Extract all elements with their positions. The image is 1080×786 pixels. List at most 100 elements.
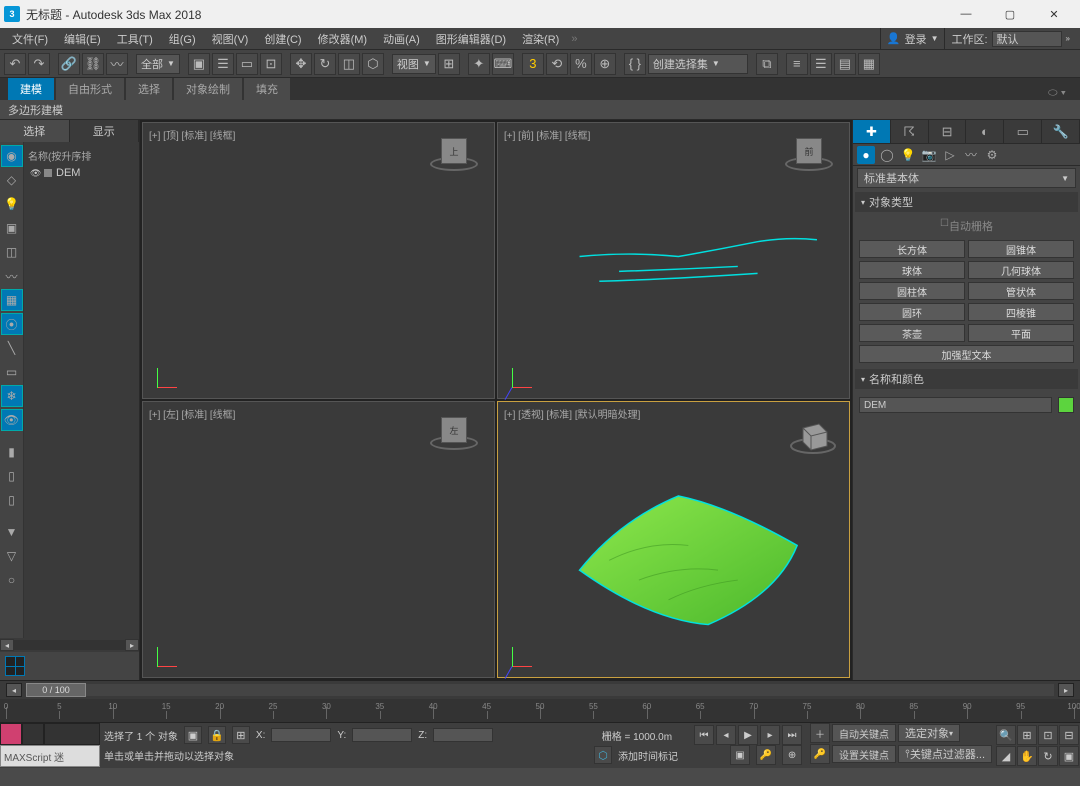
cameras-icon[interactable]: 📷: [920, 146, 938, 164]
workarea-input[interactable]: [992, 31, 1062, 47]
orbit-icon[interactable]: ↻: [1038, 746, 1058, 766]
primitive-长方体[interactable]: 长方体: [859, 240, 965, 258]
menu-item-6[interactable]: 修改器(M): [310, 29, 376, 49]
snap-toggle[interactable]: 3: [522, 53, 544, 75]
tool-c-icon[interactable]: ▯: [1, 489, 23, 511]
abs-rel-icon[interactable]: ⊞: [232, 726, 250, 744]
rollout-object-type[interactable]: ▾对象类型: [855, 192, 1078, 212]
auto-grid-checkbox[interactable]: ☐ 自动栅格: [859, 216, 1074, 240]
timeline-next[interactable]: ▸: [1058, 683, 1074, 697]
zoom-all-icon[interactable]: ⊞: [1017, 725, 1037, 745]
primitive-管状体[interactable]: 管状体: [968, 282, 1074, 300]
systems-icon[interactable]: ⚙: [983, 146, 1001, 164]
primitive-茶壶[interactable]: 茶壶: [859, 324, 965, 342]
scrollbar-track[interactable]: [14, 640, 125, 650]
time-ruler[interactable]: 0510152025303540455055606570758085909510…: [6, 701, 1074, 719]
scene-explorer-icon[interactable]: ◉: [1, 145, 23, 167]
color-swatch-dark[interactable]: [22, 723, 44, 745]
window-close[interactable]: ✕: [1032, 0, 1076, 28]
filter-b-icon[interactable]: ▽: [1, 545, 23, 567]
ribbon-tab-fill[interactable]: 填充: [244, 78, 290, 100]
zoom-icon[interactable]: 🔍: [996, 725, 1016, 745]
light-icon[interactable]: 💡: [1, 193, 23, 215]
freeze-icon[interactable]: ❄: [1, 385, 23, 407]
viewport-layout-icon[interactable]: [5, 656, 25, 676]
window-maximize[interactable]: ▢: [988, 0, 1032, 28]
spacewarps-icon[interactable]: 〰: [962, 146, 980, 164]
layer-icon[interactable]: ◇: [1, 169, 23, 191]
percent-snap[interactable]: %: [570, 53, 592, 75]
goto-end[interactable]: ⏭: [782, 725, 802, 745]
color-swatch-row[interactable]: [44, 723, 100, 745]
color-swatch-pink[interactable]: [0, 723, 22, 745]
y-field[interactable]: [352, 728, 412, 742]
display-tab[interactable]: ▭: [1004, 120, 1042, 143]
group-icon[interactable]: ▦: [1, 289, 23, 311]
time-config[interactable]: ⊕: [782, 745, 802, 765]
key-set[interactable]: 🔑: [810, 744, 830, 764]
select-object[interactable]: ▣: [188, 53, 210, 75]
menu-item-8[interactable]: 图形编辑器(D): [428, 29, 514, 49]
workarea-selector[interactable]: 工作区: »: [944, 28, 1076, 49]
object-name-input[interactable]: [859, 397, 1052, 413]
select-name[interactable]: ☰: [212, 53, 234, 75]
menu-item-3[interactable]: 组(G): [161, 29, 204, 49]
viewport-left[interactable]: [+] [左] [标准] [线框] 左: [142, 401, 495, 678]
select-rect[interactable]: ▭: [236, 53, 258, 75]
motion-tab[interactable]: ◐: [966, 120, 1004, 143]
scroll-left[interactable]: ◂: [0, 639, 14, 651]
hierarchy-tab[interactable]: ⊟: [929, 120, 967, 143]
shape-icon[interactable]: ╲: [1, 337, 23, 359]
selection-filter[interactable]: 全部▼: [136, 54, 180, 74]
primitive-球体[interactable]: 球体: [859, 261, 965, 279]
bind-spacewarp[interactable]: 〰: [106, 53, 128, 75]
zoom-extents-icon[interactable]: ⊡: [1038, 725, 1058, 745]
scale-button[interactable]: ◫: [338, 53, 360, 75]
ribbon-tab-paint[interactable]: 对象绘制: [174, 78, 242, 100]
placement-button[interactable]: ⬡: [362, 53, 384, 75]
utilities-tab[interactable]: 🔧: [1042, 120, 1080, 143]
primitive-圆锥体[interactable]: 圆锥体: [968, 240, 1074, 258]
key-mode[interactable]: 🔑: [756, 745, 776, 765]
rollout-name-color[interactable]: ▾名称和颜色: [855, 369, 1078, 389]
object-color-swatch[interactable]: [1058, 397, 1074, 413]
goto-start[interactable]: ⏮: [694, 725, 714, 745]
time-tag-icon[interactable]: ⬡: [594, 746, 612, 764]
tool-a-icon[interactable]: ▮: [1, 441, 23, 463]
helpers-icon[interactable]: ▷: [941, 146, 959, 164]
angle-snap[interactable]: ⟲: [546, 53, 568, 75]
primitive-圆柱体[interactable]: 圆柱体: [859, 282, 965, 300]
zoom-extents-all-icon[interactable]: ⊟: [1059, 725, 1079, 745]
maxscript-listener[interactable]: MAXScript 迷: [0, 745, 100, 767]
geometry-icon[interactable]: ●: [857, 146, 875, 164]
x-field[interactable]: [271, 728, 331, 742]
keyboard-shortcuts[interactable]: ⌨: [492, 53, 514, 75]
bone-icon[interactable]: ⦿: [1, 313, 23, 335]
primitive-加强型文本[interactable]: 加强型文本: [859, 345, 1074, 363]
camera-icon[interactable]: ▣: [1, 217, 23, 239]
rotate-button[interactable]: ↻: [314, 53, 336, 75]
time-slider-handle[interactable]: 0 / 100: [26, 683, 86, 697]
menu-item-2[interactable]: 工具(T): [109, 29, 161, 49]
key-filters[interactable]: ⫯关键点过滤器...: [898, 745, 992, 763]
iso-sel[interactable]: ▣: [730, 745, 750, 765]
login-button[interactable]: 👤 登录 ▼: [880, 28, 945, 49]
sel-lock-icon[interactable]: ▣: [184, 726, 202, 744]
sel-lock-toggle[interactable]: 🔒: [208, 726, 226, 744]
auto-key-button[interactable]: 自动关键点: [832, 724, 896, 742]
filter-c-icon[interactable]: ○: [1, 569, 23, 591]
undo-button[interactable]: ↶: [4, 53, 26, 75]
left-tab-select[interactable]: 选择: [0, 120, 70, 142]
pan-icon[interactable]: ✋: [1017, 746, 1037, 766]
visibility-icon[interactable]: 👁: [30, 168, 40, 179]
tool-b-icon[interactable]: ▯: [1, 465, 23, 487]
menu-item-4[interactable]: 视图(V): [204, 29, 257, 49]
menu-item-0[interactable]: 文件(F): [4, 29, 56, 49]
primitive-四棱锥[interactable]: 四棱锥: [968, 303, 1074, 321]
menu-item-5[interactable]: 创建(C): [256, 29, 309, 49]
redo-button[interactable]: ↷: [28, 53, 50, 75]
link-button[interactable]: 🔗: [58, 53, 80, 75]
left-tab-display[interactable]: 显示: [70, 120, 140, 142]
container-icon[interactable]: ▭: [1, 361, 23, 383]
manipulate[interactable]: ✦: [468, 53, 490, 75]
